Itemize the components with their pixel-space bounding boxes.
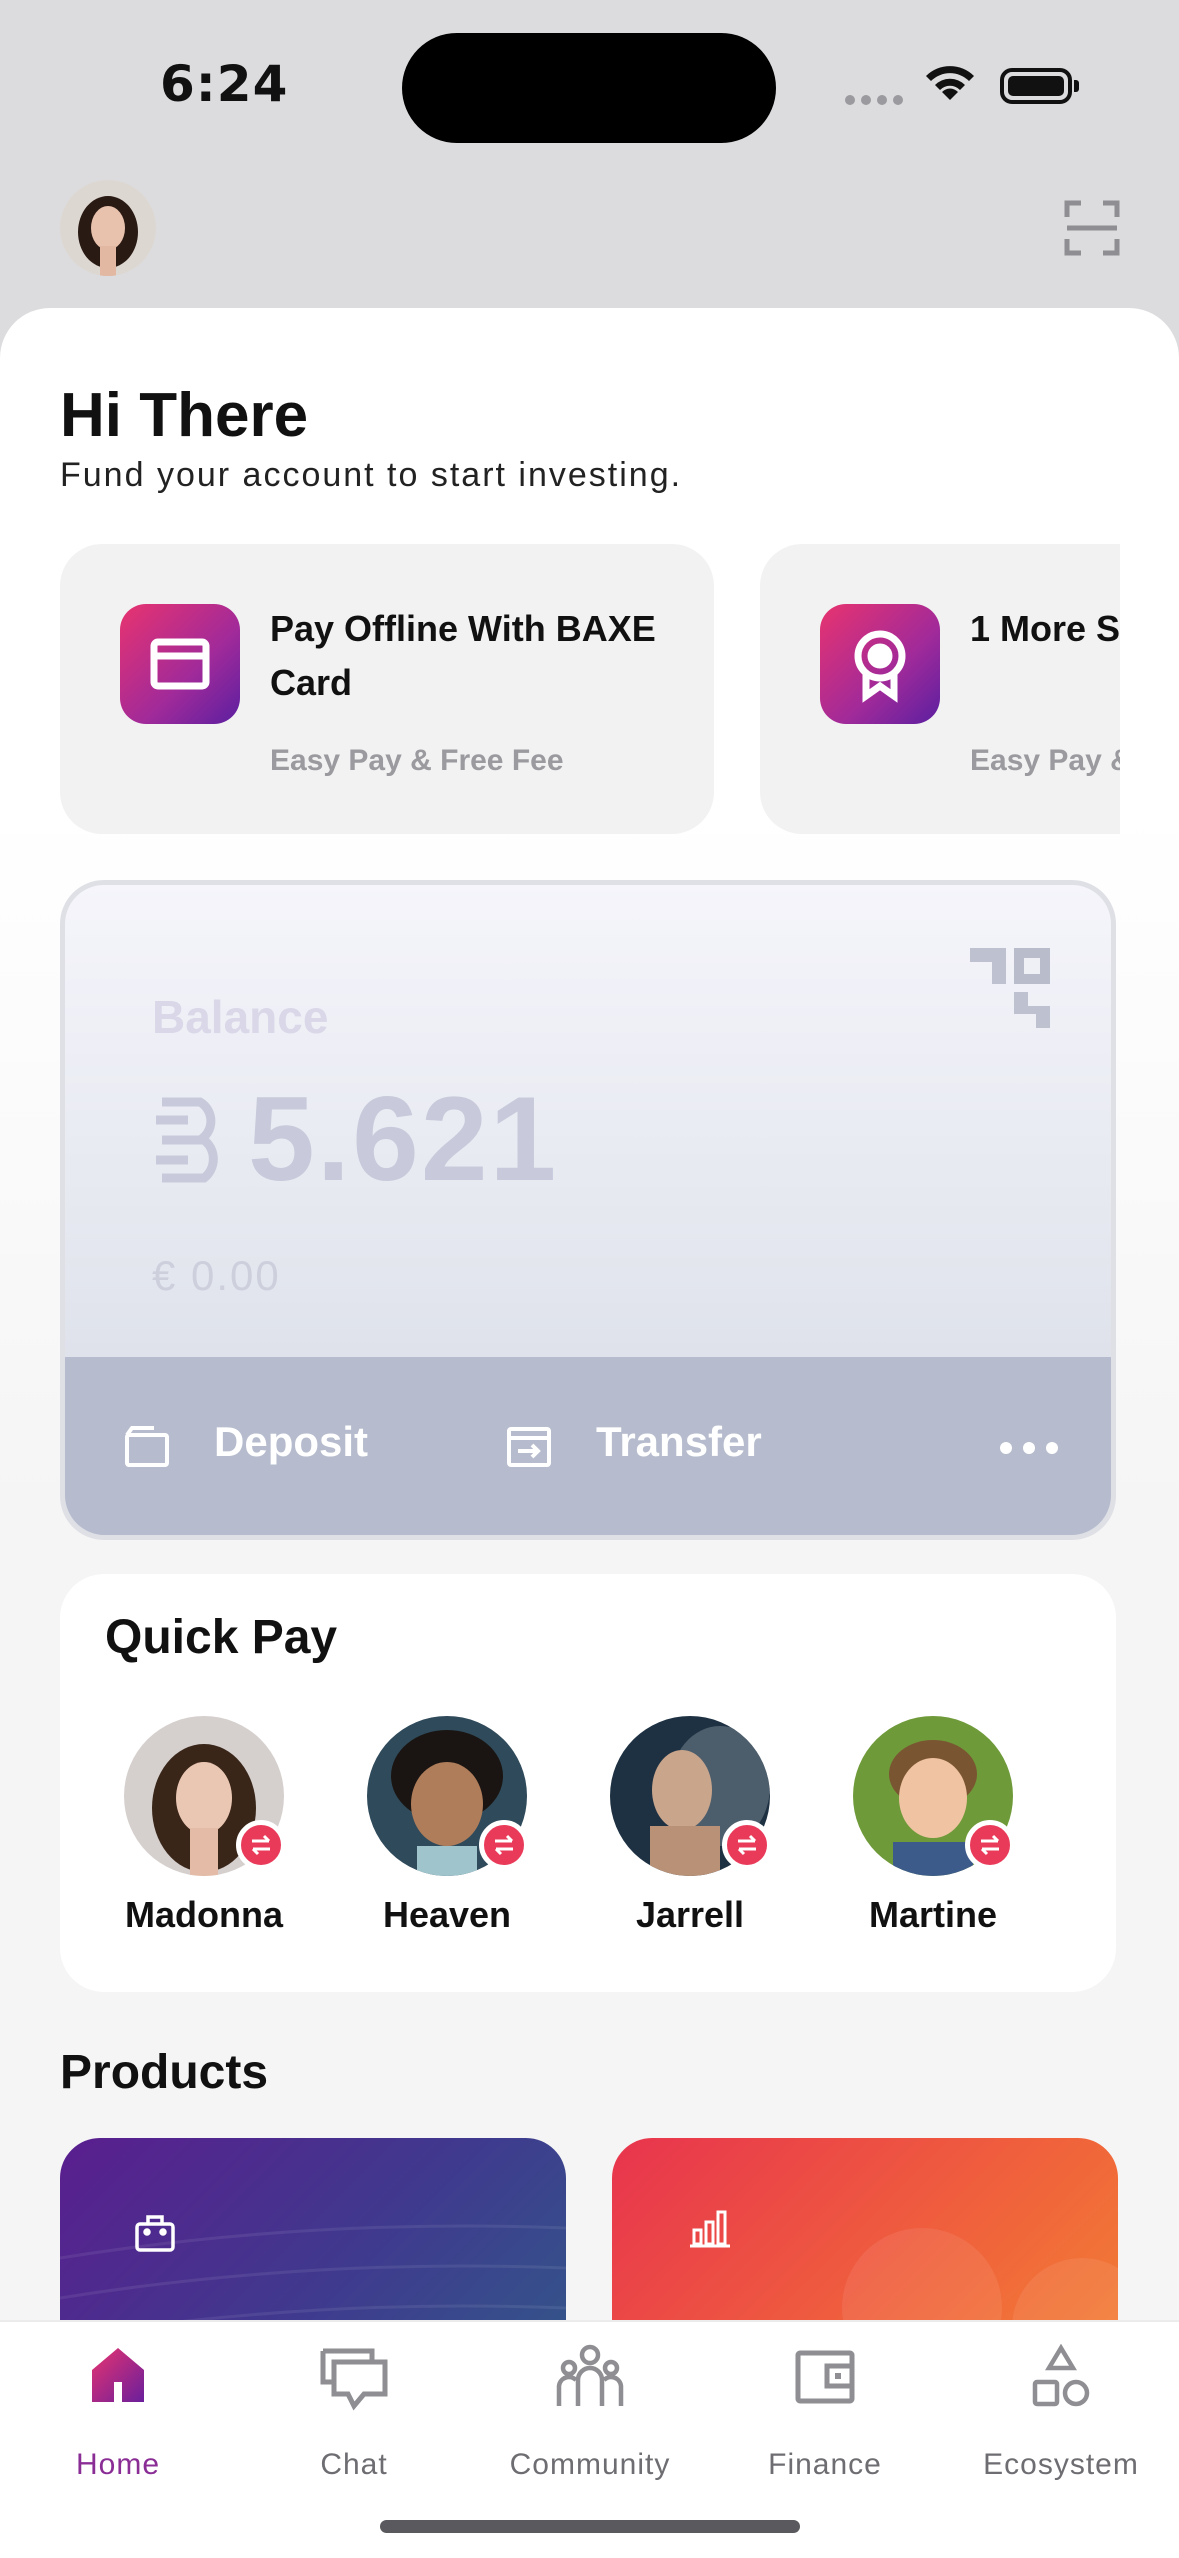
transfer-badge-icon bbox=[236, 1820, 286, 1870]
contact-name: Jarrell bbox=[635, 1894, 745, 1935]
briefcase-icon bbox=[134, 2212, 176, 2256]
deposit-button[interactable]: Deposit bbox=[214, 1418, 368, 1466]
battery-tip bbox=[1074, 80, 1079, 92]
tab-label: Ecosystem bbox=[983, 2448, 1139, 2481]
greeting-subtitle: Fund your account to start investing. bbox=[60, 456, 683, 494]
contact-item[interactable]: Madonna bbox=[94, 1716, 314, 1936]
scan-icon[interactable] bbox=[1064, 200, 1120, 260]
contact-avatar bbox=[853, 1716, 1015, 1876]
transfer-button[interactable]: Transfer bbox=[596, 1418, 762, 1466]
transfer-badge-icon bbox=[479, 1820, 529, 1870]
promo-title: Pay Offline With BAXE Card bbox=[270, 608, 656, 703]
award-icon bbox=[820, 604, 940, 724]
transfer-badge-icon bbox=[722, 1820, 772, 1870]
home-indicator bbox=[380, 2520, 800, 2533]
battery-icon bbox=[1000, 68, 1072, 104]
transfer-badge-icon bbox=[965, 1820, 1015, 1870]
promo-desc: Easy Pay & bbox=[970, 744, 1120, 777]
cellular-signal-icon bbox=[845, 90, 909, 109]
contact-item[interactable]: Jarrell bbox=[580, 1716, 800, 1936]
dynamic-island bbox=[402, 33, 776, 143]
transfer-icon bbox=[506, 1425, 552, 1473]
quick-pay-title: Quick Pay bbox=[105, 1611, 338, 1664]
promo-card[interactable]: Pay Offline With BAXE Card Easy Pay & Fr… bbox=[60, 544, 714, 834]
user-avatar[interactable] bbox=[60, 180, 156, 276]
chat-icon bbox=[320, 2348, 388, 2416]
greeting-title: Hi There bbox=[60, 381, 309, 450]
tab-label: Finance bbox=[768, 2448, 882, 2481]
card-icon bbox=[120, 604, 240, 724]
wallet-icon bbox=[795, 2350, 855, 2408]
tab-label: Chat bbox=[320, 2448, 388, 2481]
contact-avatar bbox=[124, 1716, 286, 1876]
contact-avatar bbox=[610, 1716, 772, 1876]
community-icon bbox=[556, 2344, 624, 2414]
promo-carousel[interactable]: Pay Offline With BAXE Card Easy Pay & Fr… bbox=[60, 544, 1120, 834]
contact-item[interactable]: Heaven bbox=[337, 1716, 557, 1936]
qr-icon[interactable] bbox=[970, 948, 1050, 1032]
bar-chart-icon bbox=[690, 2208, 730, 2252]
more-icon[interactable] bbox=[998, 1440, 1060, 1460]
baxe-coin-icon bbox=[152, 1090, 232, 1194]
tab-label: Community bbox=[509, 2448, 671, 2481]
promo-desc: Easy Pay & Free Fee bbox=[270, 744, 564, 777]
status-time: 6:24 bbox=[160, 55, 289, 113]
balance-label: Balance bbox=[152, 991, 329, 1043]
contact-name: Heaven bbox=[382, 1894, 512, 1935]
shapes-icon bbox=[1031, 2343, 1091, 2412]
contact-name: Martine bbox=[868, 1894, 998, 1935]
contact-name: Madonna bbox=[125, 1894, 283, 1935]
tab-label: Home bbox=[75, 2448, 161, 2481]
products-title: Products bbox=[60, 2046, 269, 2099]
balance-fiat: € 0.00 bbox=[152, 1252, 281, 1299]
promo-card[interactable]: 1 More S Account Easy Pay & bbox=[760, 544, 1120, 834]
home-icon bbox=[88, 2346, 148, 2408]
contact-avatar bbox=[367, 1716, 529, 1876]
deposit-icon bbox=[124, 1425, 170, 1473]
contact-item[interactable]: Martine bbox=[823, 1716, 1043, 1936]
wifi-icon bbox=[921, 60, 979, 108]
balance-amount: 5.621 bbox=[248, 1072, 559, 1206]
promo-title: 1 More S Account bbox=[970, 608, 1120, 649]
